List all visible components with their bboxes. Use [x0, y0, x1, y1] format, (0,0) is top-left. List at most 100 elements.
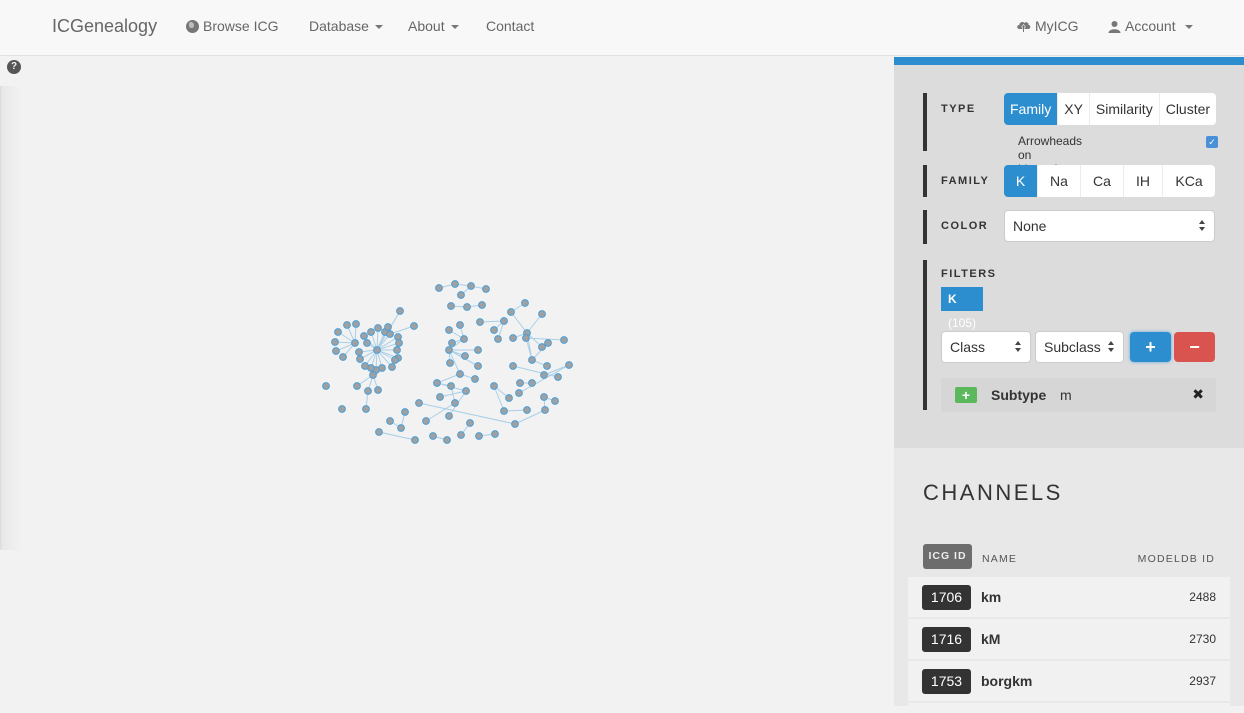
graph-node[interactable]: [355, 348, 363, 356]
graph-node[interactable]: [338, 405, 346, 413]
column-header-modeldb-id[interactable]: MODELDB ID: [1138, 553, 1215, 565]
graph-node[interactable]: [396, 307, 404, 315]
graph-node[interactable]: [507, 308, 515, 316]
type-option-similarity[interactable]: Similarity: [1090, 93, 1160, 125]
graph-node[interactable]: [422, 417, 430, 425]
graph-node[interactable]: [367, 328, 375, 336]
graph-node[interactable]: [461, 352, 469, 360]
graph-node[interactable]: [456, 370, 464, 378]
graph-node[interactable]: [373, 346, 381, 354]
graph-node[interactable]: [446, 359, 454, 367]
close-icon[interactable]: ✖: [1192, 386, 1204, 403]
graph-node[interactable]: [375, 428, 383, 436]
graph-node[interactable]: [540, 371, 548, 379]
table-row[interactable]: [908, 703, 1230, 713]
graph-node[interactable]: [538, 343, 546, 351]
family-option-kca[interactable]: KCa: [1163, 165, 1215, 197]
graph-node[interactable]: [543, 362, 551, 370]
graph-node[interactable]: [551, 397, 559, 405]
graph-node[interactable]: [374, 386, 382, 394]
table-row[interactable]: 1706 km 2488: [908, 577, 1230, 617]
graph-node[interactable]: [521, 299, 529, 307]
graph-node[interactable]: [515, 389, 523, 397]
graph-node[interactable]: [463, 303, 471, 311]
column-header-icg-id[interactable]: ICG ID: [923, 544, 972, 569]
graph-node[interactable]: [528, 356, 536, 364]
graph-node[interactable]: [466, 419, 474, 427]
graph-node[interactable]: [411, 436, 419, 444]
graph-node[interactable]: [363, 339, 371, 347]
graph-node[interactable]: [433, 379, 441, 387]
nav-about-dropdown[interactable]: About: [408, 18, 459, 34]
family-filter-tag[interactable]: K (105): [941, 287, 984, 330]
graph-node[interactable]: [490, 326, 498, 334]
graph-node[interactable]: [429, 432, 437, 440]
family-option-ih[interactable]: IH: [1124, 165, 1163, 197]
family-option-na[interactable]: Na: [1038, 165, 1081, 197]
graph-node[interactable]: [462, 387, 470, 395]
graph-node[interactable]: [369, 371, 377, 379]
graph-node[interactable]: [451, 280, 459, 288]
graph-node[interactable]: [447, 382, 455, 390]
graph-node[interactable]: [410, 322, 418, 330]
graph-node[interactable]: [435, 284, 443, 292]
add-filter-button[interactable]: +: [1130, 332, 1171, 362]
graph-node[interactable]: [322, 382, 330, 390]
graph-node[interactable]: [445, 346, 453, 354]
graph-node[interactable]: [448, 339, 456, 347]
nav-account-dropdown[interactable]: Account: [1108, 18, 1193, 34]
graph-node[interactable]: [560, 336, 568, 344]
graph-node[interactable]: [332, 347, 340, 355]
graph-node[interactable]: [544, 339, 552, 347]
graph-node[interactable]: [352, 320, 360, 328]
graph-node[interactable]: [474, 362, 482, 370]
nav-browse-icg[interactable]: Browse ICG: [186, 18, 278, 34]
graph-node[interactable]: [494, 335, 502, 343]
graph-node[interactable]: [467, 282, 475, 290]
graph-node[interactable]: [554, 373, 562, 381]
graph-node[interactable]: [436, 393, 444, 401]
nav-contact[interactable]: Contact: [486, 18, 534, 34]
graph-node[interactable]: [356, 355, 364, 363]
graph-node[interactable]: [540, 393, 548, 401]
type-option-cluster[interactable]: Cluster: [1160, 93, 1216, 125]
graph-node[interactable]: [364, 387, 372, 395]
graph-node[interactable]: [541, 406, 549, 414]
graph-node[interactable]: [457, 431, 465, 439]
graph-node[interactable]: [395, 339, 403, 347]
graph-node[interactable]: [456, 321, 464, 329]
color-select[interactable]: None: [1004, 210, 1215, 242]
subclass-select[interactable]: Subclass: [1035, 331, 1124, 363]
graph-node[interactable]: [391, 356, 399, 364]
graph-node[interactable]: [343, 321, 351, 329]
graph-node[interactable]: [397, 424, 405, 432]
graph-node[interactable]: [384, 323, 392, 331]
graph-node[interactable]: [388, 363, 396, 371]
graph-node[interactable]: [509, 334, 517, 342]
graph-node[interactable]: [351, 339, 359, 347]
graph-node[interactable]: [523, 406, 531, 414]
table-row[interactable]: 1753 borgkm 2937: [908, 661, 1230, 701]
graph-node[interactable]: [360, 332, 368, 340]
remove-filter-button[interactable]: −: [1174, 332, 1215, 362]
graph-node[interactable]: [500, 407, 508, 415]
graph-node[interactable]: [361, 362, 369, 370]
arrowheads-checkbox[interactable]: ✓: [1206, 136, 1218, 148]
brand-logo[interactable]: ICGenealogy: [52, 16, 157, 37]
graph-node[interactable]: [475, 432, 483, 440]
graph-node[interactable]: [445, 326, 453, 334]
graph-node[interactable]: [478, 301, 486, 309]
graph-node[interactable]: [538, 310, 546, 318]
nav-database-dropdown[interactable]: Database: [309, 18, 383, 34]
family-option-ca[interactable]: Ca: [1081, 165, 1124, 197]
nav-myicg[interactable]: MyICG: [1016, 18, 1079, 34]
graph-node[interactable]: [474, 346, 482, 354]
graph-node[interactable]: [386, 330, 394, 338]
graph-node[interactable]: [386, 417, 394, 425]
graph-node[interactable]: [447, 302, 455, 310]
graph-node[interactable]: [505, 394, 513, 402]
include-filter-toggle[interactable]: +: [955, 387, 977, 403]
graph-node[interactable]: [393, 346, 401, 354]
graph-node[interactable]: [443, 436, 451, 444]
graph-node[interactable]: [451, 399, 459, 407]
